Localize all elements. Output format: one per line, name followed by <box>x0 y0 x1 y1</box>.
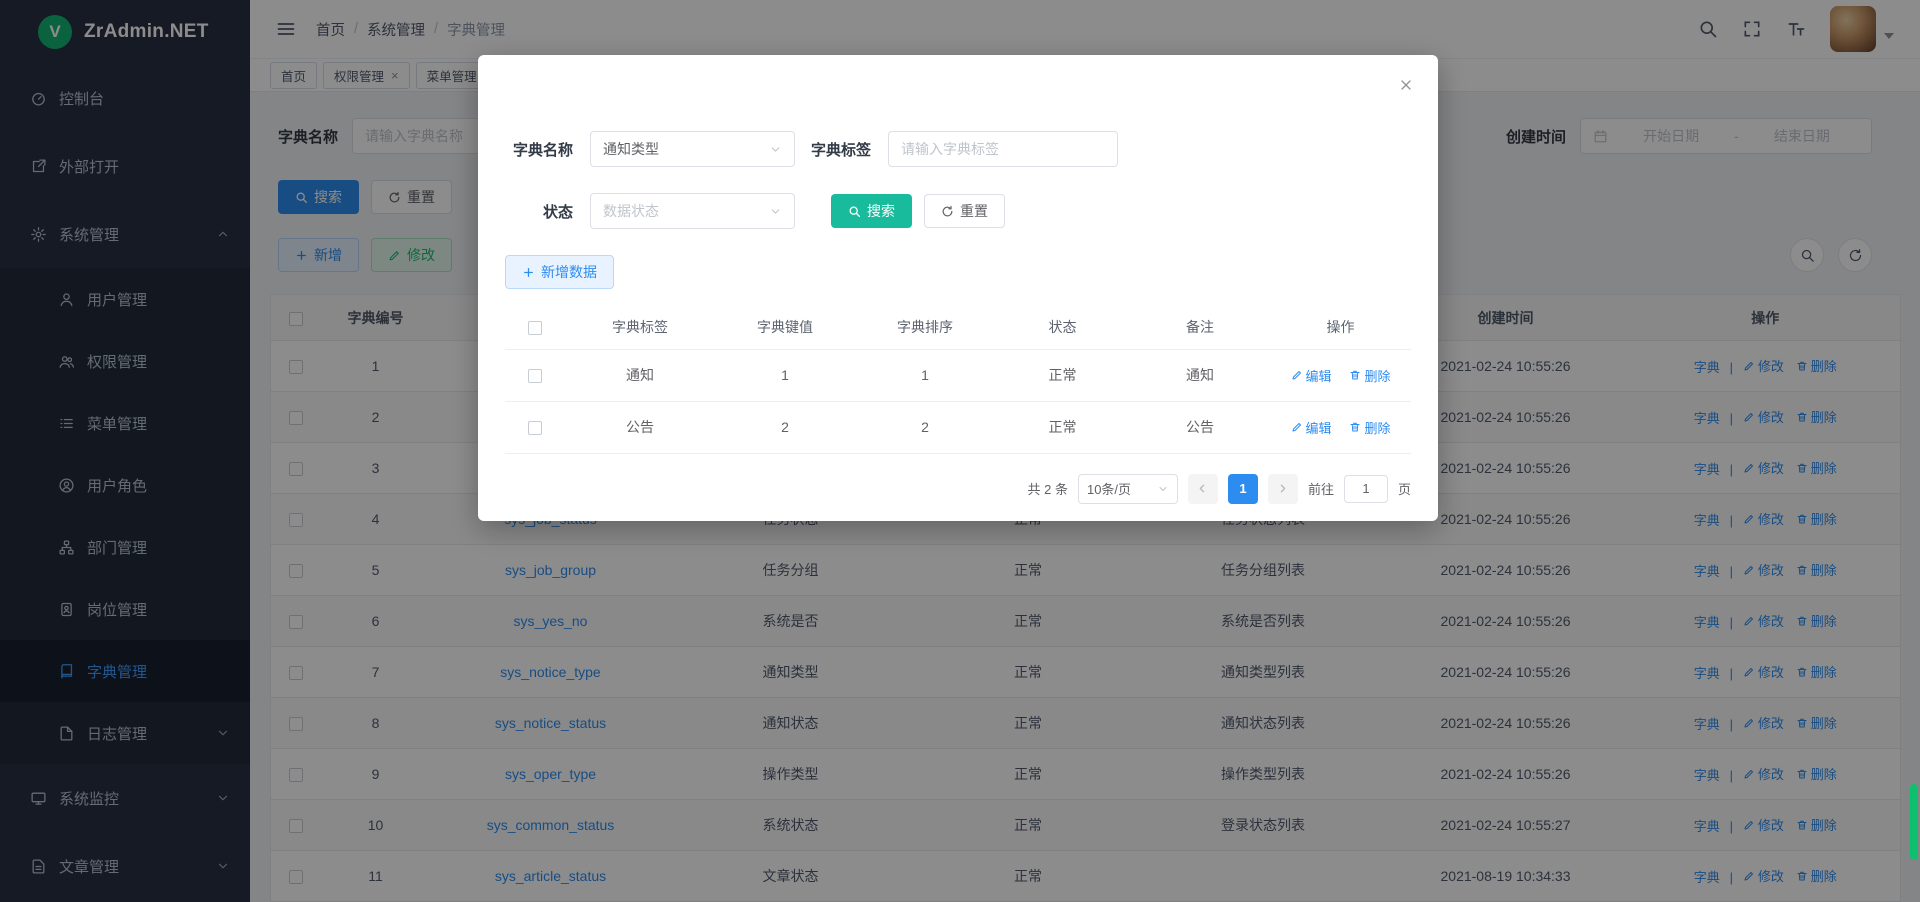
trash-icon <box>1349 369 1361 381</box>
chevron-left-icon <box>1196 482 1209 495</box>
row-checkbox[interactable] <box>528 369 542 383</box>
cell-data-status: 正常 <box>995 401 1130 453</box>
col-data-remark: 备注 <box>1130 305 1270 349</box>
col-data-sort: 字典排序 <box>855 305 995 349</box>
modal-query-form: 字典名称 通知类型 字典标签 状态 数据状态 搜索 重置 <box>505 55 1411 229</box>
edit-row-link[interactable]: 编辑 <box>1291 418 1332 437</box>
modal-table-row: 公告 2 2 正常 公告 编辑 删除 <box>505 401 1411 453</box>
chevron-down-icon <box>769 205 782 218</box>
close-icon[interactable] <box>1398 77 1414 93</box>
page-size-select[interactable]: 10条/页 <box>1078 474 1178 504</box>
cell-data-value: 1 <box>715 349 855 401</box>
cell-data-remark: 公告 <box>1130 401 1270 453</box>
modal-dict-name-label: 字典名称 <box>505 139 573 160</box>
dict-tag-input[interactable] <box>888 131 1118 167</box>
col-data-actions: 操作 <box>1270 305 1411 349</box>
current-page-button[interactable]: 1 <box>1228 474 1258 504</box>
cell-data-value: 2 <box>715 401 855 453</box>
cell-data-status: 正常 <box>995 349 1130 401</box>
next-page-button[interactable] <box>1268 474 1298 504</box>
modal-dict-tag-label: 字典标签 <box>803 139 871 160</box>
goto-unit: 页 <box>1398 479 1411 498</box>
col-data-value: 字典键值 <box>715 305 855 349</box>
pencil-icon <box>1291 421 1303 433</box>
scrollbar-thumb[interactable] <box>1910 784 1918 860</box>
delete-row-link[interactable]: 删除 <box>1349 366 1390 385</box>
search-icon <box>848 205 861 218</box>
pencil-icon <box>1291 369 1303 381</box>
dict-data-table: 字典标签 字典键值 字典排序 状态 备注 操作 通知 1 1 正常 通知 <box>505 305 1411 454</box>
status-select[interactable]: 数据状态 <box>590 193 795 229</box>
delete-row-link[interactable]: 删除 <box>1349 418 1390 437</box>
modal-table-row: 通知 1 1 正常 通知 编辑 删除 <box>505 349 1411 401</box>
cell-data-sort: 1 <box>855 349 995 401</box>
col-data-status: 状态 <box>995 305 1130 349</box>
goto-label: 前往 <box>1308 479 1334 498</box>
goto-page-input[interactable] <box>1344 475 1388 503</box>
dict-data-table-body: 通知 1 1 正常 通知 编辑 删除 <box>505 349 1411 453</box>
cell-data-label: 通知 <box>565 349 715 401</box>
modal-status-label: 状态 <box>505 201 573 222</box>
modal-select-all-checkbox[interactable] <box>528 321 542 335</box>
refresh-icon <box>941 205 954 218</box>
cell-data-sort: 2 <box>855 401 995 453</box>
edit-row-link[interactable]: 编辑 <box>1291 366 1332 385</box>
modal-table-header-row: 字典标签 字典键值 字典排序 状态 备注 操作 <box>505 305 1411 349</box>
cell-data-remark: 通知 <box>1130 349 1270 401</box>
cell-data-actions: 编辑 删除 <box>1270 349 1411 401</box>
modal-search-button[interactable]: 搜索 <box>831 194 912 228</box>
chevron-down-icon <box>1157 483 1169 495</box>
prev-page-button[interactable] <box>1188 474 1218 504</box>
pagination: 共 2 条 10条/页 1 前往 页 <box>505 474 1411 504</box>
dict-data-modal: 字典名称 通知类型 字典标签 状态 数据状态 搜索 重置 <box>478 55 1438 521</box>
row-checkbox[interactable] <box>528 421 542 435</box>
add-data-button[interactable]: 新增数据 <box>505 255 614 289</box>
plus-icon <box>522 266 535 279</box>
chevron-right-icon <box>1276 482 1289 495</box>
trash-icon <box>1349 421 1361 433</box>
cell-data-actions: 编辑 删除 <box>1270 401 1411 453</box>
dict-name-select[interactable]: 通知类型 <box>590 131 795 167</box>
cell-data-label: 公告 <box>565 401 715 453</box>
pagination-total: 共 2 条 <box>1028 479 1068 498</box>
chevron-down-icon <box>769 143 782 156</box>
modal-reset-button[interactable]: 重置 <box>924 194 1005 228</box>
col-data-label: 字典标签 <box>565 305 715 349</box>
